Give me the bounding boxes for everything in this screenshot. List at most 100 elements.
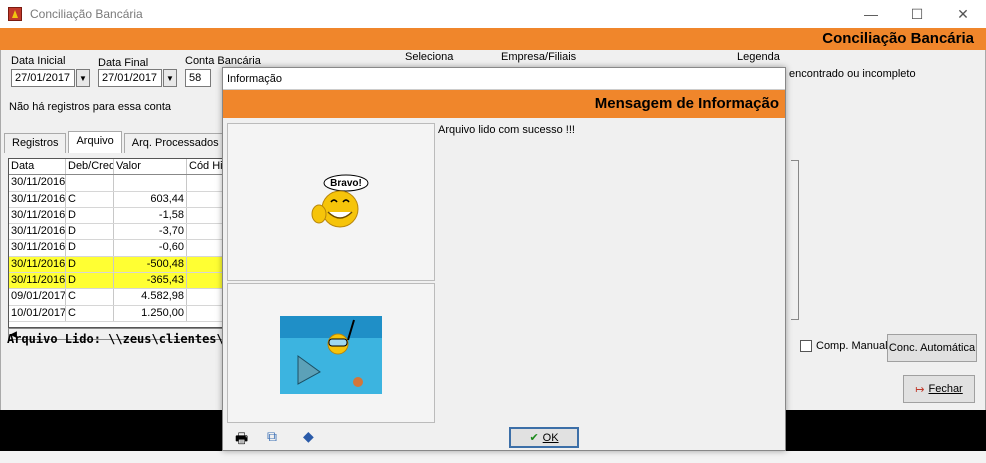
dialog-header-title: Mensagem de Informação: [594, 95, 779, 112]
arquivo-lido-text: Arquivo Lido: \\zeus\clientes\E: [7, 332, 231, 346]
empresa-filiais-label: Empresa/Filiais: [501, 51, 577, 63]
cell-valor: 1.250,00: [114, 305, 187, 321]
cell-date: 30/11/2016: [9, 256, 66, 273]
registros-grid: Data Deb/Cred Valor Cód Hist 30/11/2016 3…: [8, 158, 228, 328]
data-inicial-dropdown[interactable]: ▼: [76, 69, 90, 87]
cell-date: 09/01/2017: [9, 289, 66, 305]
table-row[interactable]: 30/11/2016 D -500,48: [9, 256, 227, 274]
page-title: Conciliação Bancária: [822, 30, 974, 47]
comp-manual-label: Comp. Manual: [816, 340, 888, 352]
tab-arq-processados[interactable]: Arq. Processados: [123, 133, 227, 153]
dialog-header: Mensagem de Informação: [223, 90, 785, 118]
close-button[interactable]: ✕: [940, 0, 986, 28]
cell-date: 30/11/2016: [9, 224, 66, 240]
cell-date: 30/11/2016: [9, 207, 66, 224]
cell-valor: -1,58: [114, 207, 187, 224]
check-icon: ✔: [529, 432, 539, 444]
cell-valor: [114, 175, 187, 191]
dialog-titlebar: Informação: [223, 68, 785, 90]
cell-codhist: [187, 175, 227, 191]
cell-date: 30/11/2016: [9, 191, 66, 207]
copy-icon[interactable]: ⧉: [267, 428, 277, 445]
legenda-text: encontrado ou incompleto: [789, 68, 916, 80]
cell-valor: -3,70: [114, 224, 187, 240]
cell-codhist: [187, 191, 227, 207]
cell-valor: -365,43: [114, 273, 187, 289]
cell-debcred: D: [66, 207, 114, 224]
legenda-label: Legenda: [737, 51, 780, 63]
info-dialog: Informação Mensagem de Informação Bravo!…: [222, 67, 786, 451]
cell-codhist: [187, 289, 227, 305]
cell-valor: -0,60: [114, 240, 187, 256]
tab-registros[interactable]: Registros: [4, 133, 67, 153]
cell-valor: 4.582,98: [114, 289, 187, 305]
cell-valor: 603,44: [114, 191, 187, 207]
table-row[interactable]: 30/11/2016 C 603,44: [9, 191, 227, 208]
ok-button[interactable]: ✔ OK: [509, 427, 579, 448]
cell-debcred: D: [66, 240, 114, 256]
comp-manual-checkbox[interactable]: [800, 340, 812, 352]
conc-automatica-button[interactable]: Conc. Automática: [887, 334, 977, 362]
col-codhist-header[interactable]: Cód Hist: [187, 159, 227, 175]
bravo-image-panel: Bravo!: [227, 123, 435, 281]
table-row[interactable]: 30/11/2016 D -0,60: [9, 240, 227, 257]
window-controls: — ☐ ✕: [848, 0, 986, 28]
print-icon[interactable]: 🖶: [235, 428, 248, 452]
conta-bancaria-input[interactable]: 58: [185, 69, 211, 87]
table-row[interactable]: 30/11/2016: [9, 175, 227, 192]
grid-header-row: Data Deb/Cred Valor Cód Hist: [9, 159, 227, 176]
data-inicial-input[interactable]: 27/01/2017: [11, 69, 75, 87]
data-final-dropdown[interactable]: ▼: [163, 69, 177, 87]
cell-date: 30/11/2016: [9, 175, 66, 191]
window-titlebar: Conciliação Bancária — ☐ ✕: [0, 0, 986, 28]
app-icon: [8, 7, 22, 21]
dialog-title: Informação: [227, 72, 283, 85]
grid-body: 30/11/2016 30/11/2016 C 603,44 30/11/2016 D -1…: [9, 175, 227, 322]
table-row[interactable]: 30/11/2016 D -3,70: [9, 224, 227, 241]
snorkel-image-panel: [227, 283, 435, 423]
cell-codhist: [187, 305, 227, 321]
fechar-icon: ↦: [915, 383, 925, 396]
tab-arquivo[interactable]: Arquivo: [68, 131, 122, 153]
cell-debcred: [66, 175, 114, 191]
table-row[interactable]: 10/01/2017 C 1.250,00: [9, 305, 227, 322]
fechar-button[interactable]: ↦ Fechar: [903, 375, 975, 403]
data-final-label: Data Final: [98, 57, 149, 69]
col-valor-header[interactable]: Valor: [114, 159, 187, 175]
data-final-input[interactable]: 27/01/2017: [98, 69, 162, 87]
cell-date: 30/11/2016: [9, 273, 66, 289]
cell-valor: -500,48: [114, 256, 187, 273]
data-inicial-label: Data Inicial: [11, 55, 66, 67]
cell-debcred: D: [66, 256, 114, 273]
table-row[interactable]: 30/11/2016 D -365,43: [9, 273, 227, 290]
tab-bar: Registros Arquivo Arq. Processados: [4, 131, 229, 153]
cell-debcred: C: [66, 305, 114, 321]
cell-debcred: D: [66, 224, 114, 240]
cell-date: 10/01/2017: [9, 305, 66, 321]
cell-codhist: [187, 207, 227, 224]
cell-codhist: [187, 240, 227, 256]
cell-debcred: C: [66, 289, 114, 305]
table-row[interactable]: 09/01/2017 C 4.582,98: [9, 289, 227, 306]
conta-bancaria-label: Conta Bancária: [185, 55, 261, 67]
cell-codhist: [187, 256, 227, 273]
seleciona-label: Seleciona: [405, 51, 454, 63]
bravo-smiley-icon: Bravo!: [311, 174, 369, 228]
cell-date: 30/11/2016: [9, 240, 66, 256]
table-row[interactable]: 30/11/2016 D -1,58: [9, 207, 227, 225]
bravo-text: Bravo!: [330, 178, 362, 189]
col-debcred-header[interactable]: Deb/Cred: [66, 159, 114, 175]
maximize-button[interactable]: ☐: [894, 0, 940, 28]
col-data-header[interactable]: Data: [9, 159, 66, 175]
window-title: Conciliação Bancária: [30, 7, 143, 21]
dialog-message: Arquivo lido com sucesso !!!: [438, 124, 575, 136]
bottom-strip: [0, 451, 986, 463]
status-text: Não há registros para essa conta: [9, 101, 172, 113]
minimize-button[interactable]: —: [848, 0, 894, 28]
snorkel-fish-icon: [280, 316, 382, 394]
ok-label: OK: [542, 431, 559, 444]
cell-codhist: [187, 224, 227, 240]
cell-codhist: [187, 273, 227, 289]
main-header: Conciliação Bancária: [0, 28, 986, 50]
info-icon[interactable]: ◆: [303, 428, 314, 445]
